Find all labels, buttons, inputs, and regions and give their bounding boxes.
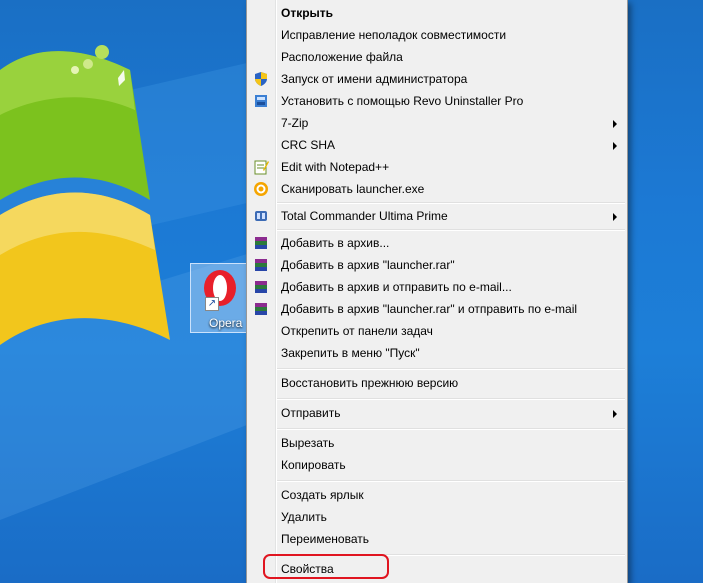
revo-uninstaller-icon <box>255 95 267 107</box>
menu-item-cut[interactable]: Вырезать <box>247 432 627 454</box>
menu-item-run-as-admin[interactable]: Запуск от имени администратора <box>247 68 627 90</box>
menu-item-notepad-plus[interactable]: Edit with Notepad++ <box>247 156 627 178</box>
menu-item-7zip[interactable]: 7-Zip <box>247 112 627 134</box>
menu-item-label: Сканировать launcher.exe <box>281 182 425 196</box>
menu-item-rename[interactable]: Переименовать <box>247 528 627 550</box>
menu-item-copy[interactable]: Копировать <box>247 454 627 476</box>
menu-item-unpin-taskbar[interactable]: Открепить от панели задач <box>247 320 627 342</box>
menu-item-label: Открепить от панели задач <box>281 324 433 338</box>
winrar-icon <box>255 259 267 271</box>
context-menu: Открыть Исправление неполадок совместимо… <box>246 0 628 583</box>
menu-separator <box>277 202 625 204</box>
menu-item-label: Добавить в архив и отправить по e-mail..… <box>281 280 512 294</box>
menu-item-crc-sha[interactable]: CRC SHA <box>247 134 627 156</box>
menu-item-label: Переименовать <box>281 532 369 546</box>
menu-item-label: Вырезать <box>281 436 335 450</box>
properties-highlight-ring <box>263 554 389 579</box>
menu-separator <box>277 368 625 370</box>
menu-item-label: Установить с помощью Revo Uninstaller Pr… <box>281 94 524 108</box>
uac-shield-icon <box>255 72 267 86</box>
menu-item-add-email-named[interactable]: Добавить в архив "launcher.rar" и отправ… <box>247 298 627 320</box>
menu-separator <box>277 229 625 231</box>
menu-item-troubleshoot[interactable]: Исправление неполадок совместимости <box>247 24 627 46</box>
menu-item-open[interactable]: Открыть <box>247 2 627 24</box>
menu-item-add-archive-named[interactable]: Добавить в архив "launcher.rar" <box>247 254 627 276</box>
menu-item-label: Добавить в архив "launcher.rar" <box>281 258 455 272</box>
winrar-icon <box>255 237 267 249</box>
menu-item-label: Исправление неполадок совместимости <box>281 28 507 42</box>
menu-separator <box>277 428 625 430</box>
antivirus-scan-icon <box>254 182 268 196</box>
menu-item-add-email[interactable]: Добавить в архив и отправить по e-mail..… <box>247 276 627 298</box>
menu-item-label: Добавить в архив... <box>281 236 390 250</box>
submenu-arrow-icon <box>613 213 617 221</box>
menu-item-label: CRC SHA <box>281 138 336 152</box>
winrar-icon <box>255 281 267 293</box>
menu-item-label: Edit with Notepad++ <box>281 160 390 174</box>
total-commander-icon <box>255 211 267 221</box>
menu-item-restore[interactable]: Восстановить прежнюю версию <box>247 372 627 394</box>
menu-separator <box>277 398 625 400</box>
menu-item-scan[interactable]: Сканировать launcher.exe <box>247 178 627 200</box>
menu-item-pin-start[interactable]: Закрепить в меню "Пуск" <box>247 342 627 364</box>
menu-item-label: Добавить в архив "launcher.rar" и отправ… <box>281 302 578 316</box>
menu-separator <box>277 480 625 482</box>
menu-item-label: Копировать <box>281 458 346 472</box>
menu-item-total-commander[interactable]: Total Commander Ultima Prime <box>247 205 627 227</box>
menu-item-send-to[interactable]: Отправить <box>247 402 627 424</box>
menu-item-label: Открыть <box>281 6 334 20</box>
winrar-icon <box>255 303 267 315</box>
menu-item-create-shortcut[interactable]: Создать ярлык <box>247 484 627 506</box>
menu-item-label: 7-Zip <box>281 116 309 130</box>
submenu-arrow-icon <box>613 410 617 418</box>
menu-item-label: Закрепить в меню "Пуск" <box>281 346 420 360</box>
menu-item-delete[interactable]: Удалить <box>247 506 627 528</box>
menu-item-file-location[interactable]: Расположение файла <box>247 46 627 68</box>
shortcut-label: Opera <box>209 316 243 330</box>
menu-item-label: Total Commander Ultima Prime <box>281 209 448 223</box>
menu-item-label: Отправить <box>281 406 341 420</box>
menu-item-revo[interactable]: Установить с помощью Revo Uninstaller Pr… <box>247 90 627 112</box>
menu-item-label: Создать ярлык <box>281 488 364 502</box>
opera-shortcut[interactable]: ↗ Opera <box>190 263 248 333</box>
menu-item-add-archive[interactable]: Добавить в архив... <box>247 232 627 254</box>
menu-item-label: Расположение файла <box>281 50 403 64</box>
submenu-arrow-icon <box>613 142 617 150</box>
submenu-arrow-icon <box>613 120 617 128</box>
menu-item-label: Запуск от имени администратора <box>281 72 468 86</box>
notepad-plus-icon <box>254 160 269 175</box>
menu-item-label: Удалить <box>281 510 327 524</box>
shortcut-arrow-icon: ↗ <box>205 297 219 311</box>
menu-item-label: Восстановить прежнюю версию <box>281 376 459 390</box>
